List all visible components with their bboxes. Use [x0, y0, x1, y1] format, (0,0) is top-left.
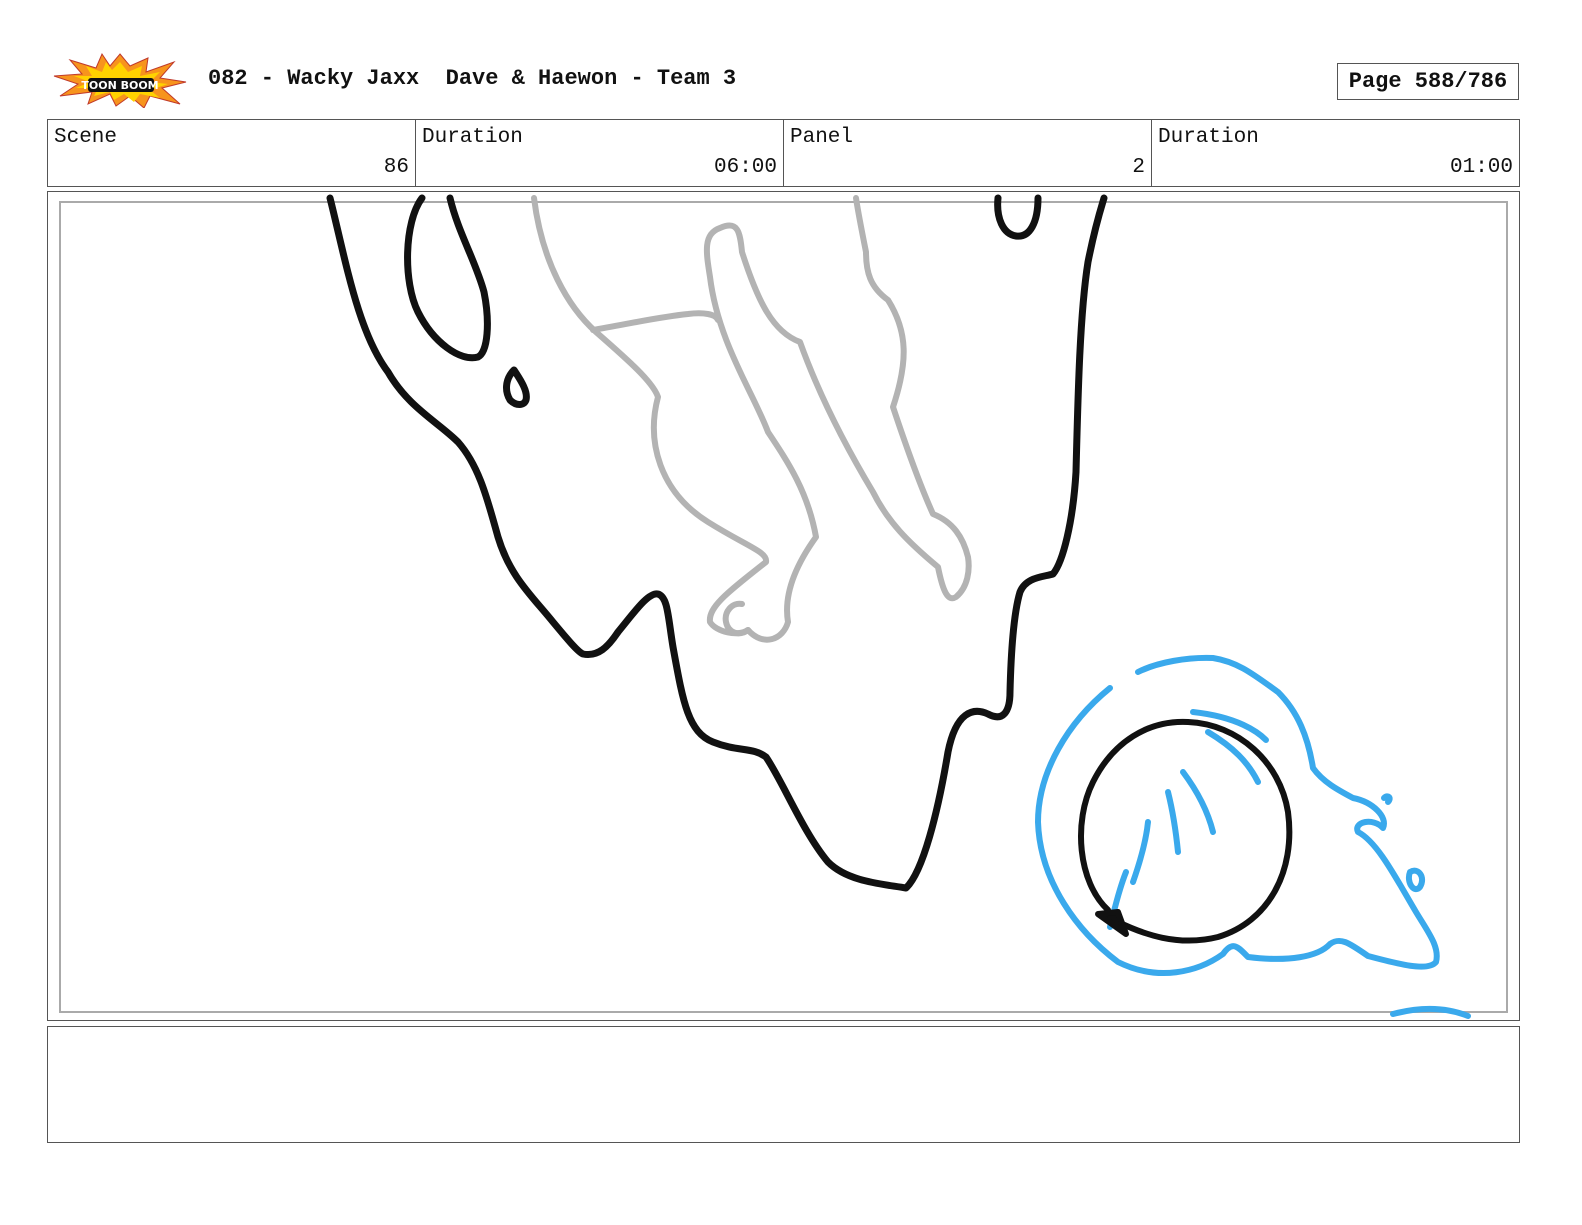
scene-duration-cell: Duration 06:00 — [416, 120, 784, 186]
splash-droplet-2 — [1381, 793, 1393, 805]
panel-cell: Panel 2 — [784, 120, 1152, 186]
scene-duration-value: 06:00 — [713, 156, 777, 179]
creature-nostril — [994, 194, 1042, 240]
logo-text: TOON BOOM — [81, 79, 158, 92]
splash-hatch-5 — [1130, 819, 1151, 885]
ball-arrow-tip — [1095, 909, 1129, 937]
splash-hatch-4 — [1165, 789, 1181, 855]
splash-hatch-2 — [1205, 729, 1261, 785]
panel-duration-value: 01:00 — [1449, 156, 1513, 179]
splash-droplet-1 — [1406, 867, 1426, 892]
panel-drawing — [326, 194, 1471, 1019]
scene-duration-label: Duration — [422, 126, 523, 149]
creature-ear — [404, 194, 491, 362]
rough-character-arm — [590, 310, 721, 333]
panel-notes-box — [47, 1026, 1520, 1143]
scene-label: Scene — [54, 126, 118, 149]
rough-character-hand — [722, 600, 751, 637]
toon-boom-logo: TOON BOOM — [52, 52, 188, 109]
splash-bottom-stroke — [1390, 1005, 1471, 1019]
panel-info-row: Scene 86 Duration 06:00 Panel 2 Duration… — [47, 119, 1520, 187]
panel-value: 2 — [1132, 156, 1145, 179]
storyboard-panel — [47, 191, 1520, 1021]
panel-duration-cell: Duration 01:00 — [1152, 120, 1519, 186]
scene-cell: Scene 86 — [48, 120, 416, 186]
panel-duration-label: Duration — [1158, 126, 1259, 149]
page-counter: Page 588/786 — [1337, 63, 1519, 100]
splash-hatch-3 — [1180, 769, 1216, 835]
board-title: 082 - Wacky Jaxx Dave & Haewon - Team 3 — [208, 66, 737, 91]
panel-label: Panel — [790, 126, 854, 149]
scene-value: 86 — [383, 156, 409, 179]
rough-character-body — [531, 195, 972, 643]
creature-eye — [503, 366, 530, 408]
